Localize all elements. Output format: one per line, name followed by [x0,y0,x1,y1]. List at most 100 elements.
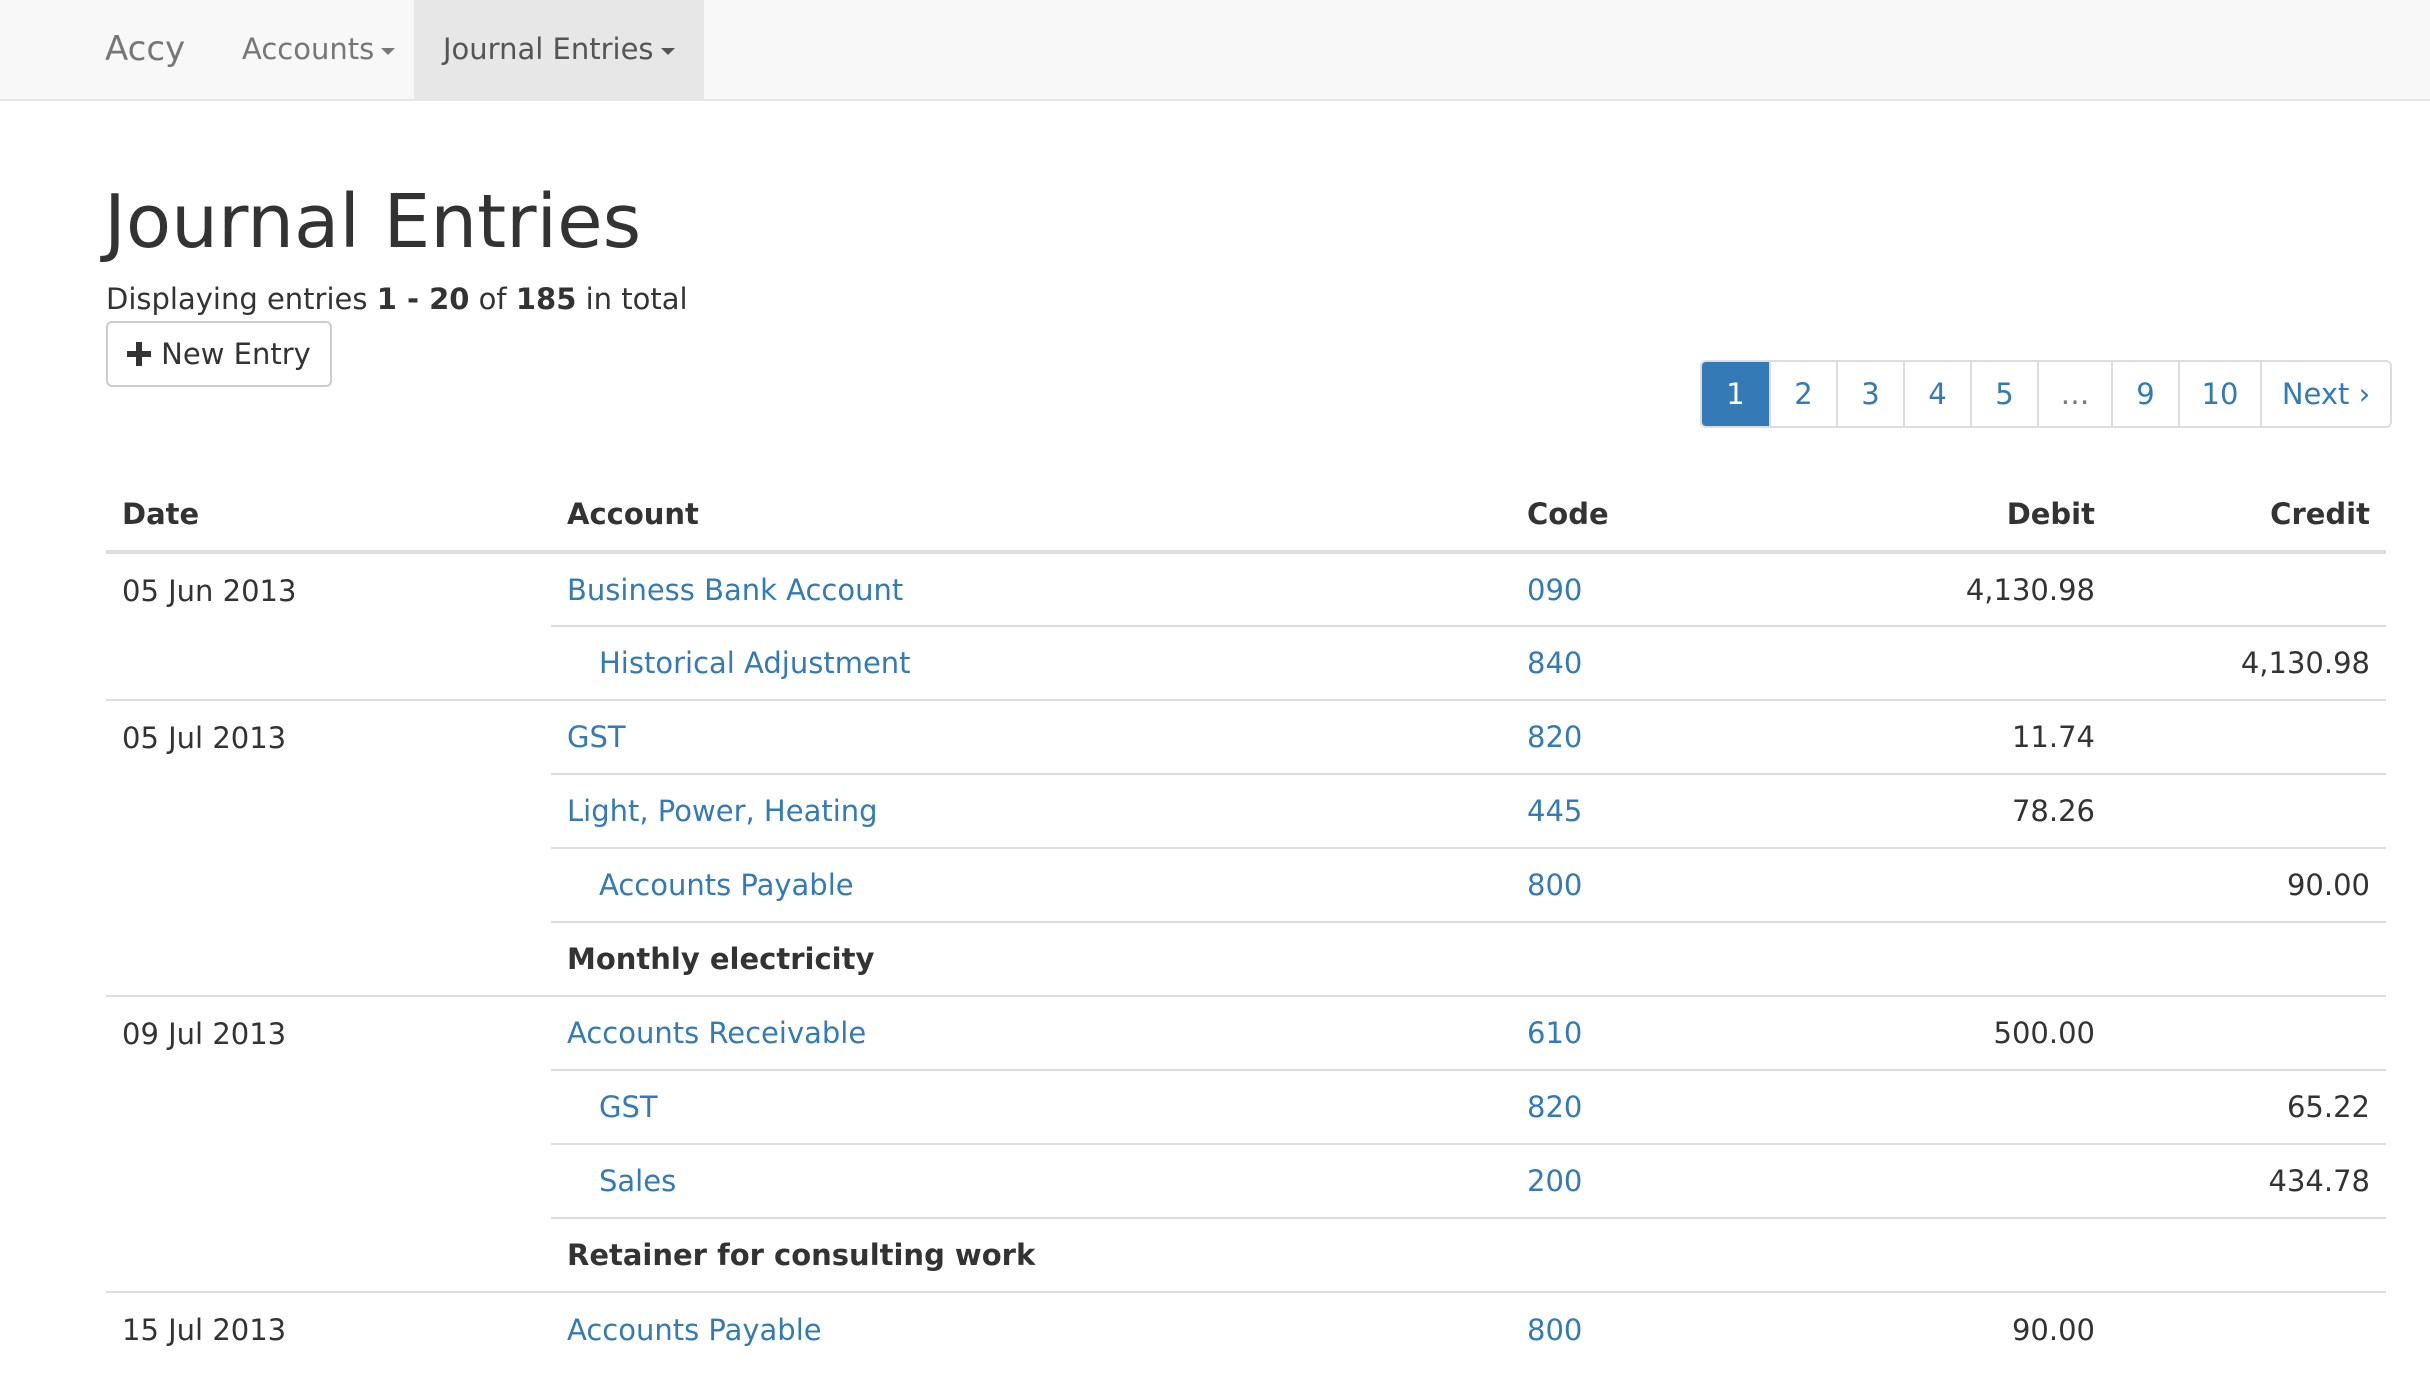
pagination-page-9[interactable]: 9 [2111,362,2178,426]
debit-cell: 78.26 [1811,773,2111,848]
credit-cell [2111,551,2386,626]
code-cell: 820 [1511,1069,1811,1144]
pagination-page-1[interactable]: 1 [1702,362,1769,426]
nav-journal-entries-label: Journal Entries [443,32,654,66]
entries-summary: Displaying entries 1 - 20 of 185 in tota… [106,279,688,319]
account-code-link[interactable]: 090 [1527,573,1582,607]
account-code-link[interactable]: 200 [1527,1164,1582,1198]
code-cell: 445 [1511,773,1811,848]
credit-cell: 90.00 [2111,847,2386,922]
summary-total: 185 [515,282,577,316]
summary-suffix: in total [576,282,688,316]
credit-cell: 4,130.98 [2111,625,2386,700]
account-cell: GST [551,1069,1511,1144]
new-entry-button[interactable]: New Entry [106,321,332,387]
account-code-link[interactable]: 610 [1527,1016,1582,1050]
credit-cell: 65.22 [2111,1069,2386,1144]
debit-cell: 11.74 [1811,699,2111,774]
account-cell: Accounts Payable [551,847,1511,922]
pagination-page-5[interactable]: 5 [1970,362,2037,426]
header-debit: Debit [1811,478,2111,554]
account-code-link[interactable]: 840 [1527,646,1582,680]
table-row: 09 Jul 2013 Accounts Receivable 610 500.00 [106,995,2386,1292]
debit-cell [1811,1143,2111,1218]
credit-cell: 434.78 [2111,1143,2386,1218]
account-link[interactable]: GST [599,1090,658,1124]
journal-entries-table: Date Account Code Debit Credit 05 Jun 20… [106,478,2386,1366]
code-cell: 800 [1511,847,1811,922]
account-code-link[interactable]: 820 [1527,720,1582,754]
nav-accounts-label: Accounts [242,32,375,66]
table-row: 05 Jul 2013 GST 820 11.74 [106,699,2386,996]
code-cell: 090 [1511,551,1811,626]
credit-cell [2111,1291,2386,1366]
summary-of: of [469,282,516,316]
account-code-link[interactable]: 800 [1527,868,1582,902]
credit-cell [2111,995,2386,1070]
credit-cell [2111,699,2386,774]
account-cell: Accounts Receivable [551,995,1511,1070]
account-link[interactable]: Accounts Receivable [567,1016,866,1050]
account-code-link[interactable]: 445 [1527,794,1582,828]
account-cell: Historical Adjustment [551,625,1511,700]
debit-cell: 4,130.98 [1811,551,2111,626]
code-cell: 800 [1511,1291,1811,1366]
header-date: Date [106,478,551,554]
account-link[interactable]: Historical Adjustment [599,646,911,680]
account-code-link[interactable]: 800 [1527,1313,1582,1347]
summary-range: 1 - 20 [376,282,470,316]
pagination-ellipsis: … [2037,362,2111,426]
pagination-page-3[interactable]: 3 [1836,362,1903,426]
account-link[interactable]: Accounts Payable [567,1313,822,1347]
code-cell: 820 [1511,699,1811,774]
account-cell: Sales [551,1143,1511,1218]
debit-cell: 500.00 [1811,995,2111,1070]
debit-cell: 90.00 [1811,1291,2111,1366]
table-row: 05 Jun 2013 Business Bank Account 090 4,130… [106,551,2386,700]
page-title: Journal Entries [104,179,642,265]
header-credit: Credit [2111,478,2386,554]
entry-note: Monthly electricity [551,921,2386,996]
summary-prefix: Displaying entries [106,282,377,316]
header-code: Code [1511,478,1811,554]
account-link[interactable]: Business Bank Account [567,573,903,607]
table-row: 15 Jul 2013 Accounts Payable 800 90.00 [106,1291,2386,1366]
entry-note: Retainer for consulting work [551,1217,2386,1292]
account-link[interactable]: Light, Power, Heating [567,794,878,828]
entry-date: 05 Jul 2013 [106,699,551,996]
pagination-page-2[interactable]: 2 [1769,362,1836,426]
navbar: Accy Accounts Journal Entries [0,0,2430,101]
table-body: 05 Jun 2013 Business Bank Account 090 4,130… [106,551,2386,1366]
account-cell: GST [551,699,1511,774]
code-cell: 200 [1511,1143,1811,1218]
entry-date: 05 Jun 2013 [106,551,551,700]
pagination-page-10[interactable]: 10 [2178,362,2260,426]
pagination: 1 2 3 4 5… 9 10 Next › [1700,360,2392,428]
caret-down-icon [381,47,396,55]
caret-down-icon [660,47,675,55]
nav-accounts-dropdown[interactable]: Accounts [213,0,424,99]
code-cell: 840 [1511,625,1811,700]
account-cell: Accounts Payable [551,1291,1511,1366]
account-cell: Business Bank Account [551,551,1511,626]
account-code-link[interactable]: 820 [1527,1090,1582,1124]
pagination-next[interactable]: Next › [2260,362,2390,426]
new-entry-label: New Entry [161,337,311,371]
credit-cell [2111,773,2386,848]
code-cell: 610 [1511,995,1811,1070]
plus-icon [127,342,152,366]
account-cell: Light, Power, Heating [551,773,1511,848]
debit-cell [1811,1069,2111,1144]
table-header-row: Date Account Code Debit Credit [106,478,2386,554]
account-link[interactable]: Sales [599,1164,676,1198]
brand-link[interactable]: Accy [105,0,185,99]
debit-cell [1811,847,2111,922]
nav-journal-entries-dropdown[interactable]: Journal Entries [414,0,704,99]
account-link[interactable]: Accounts Payable [599,868,854,902]
header-account: Account [551,478,1511,554]
entry-date: 15 Jul 2013 [106,1291,551,1366]
account-link[interactable]: GST [567,720,626,754]
entry-date: 09 Jul 2013 [106,995,551,1292]
pagination-page-4[interactable]: 4 [1903,362,1970,426]
debit-cell [1811,625,2111,700]
